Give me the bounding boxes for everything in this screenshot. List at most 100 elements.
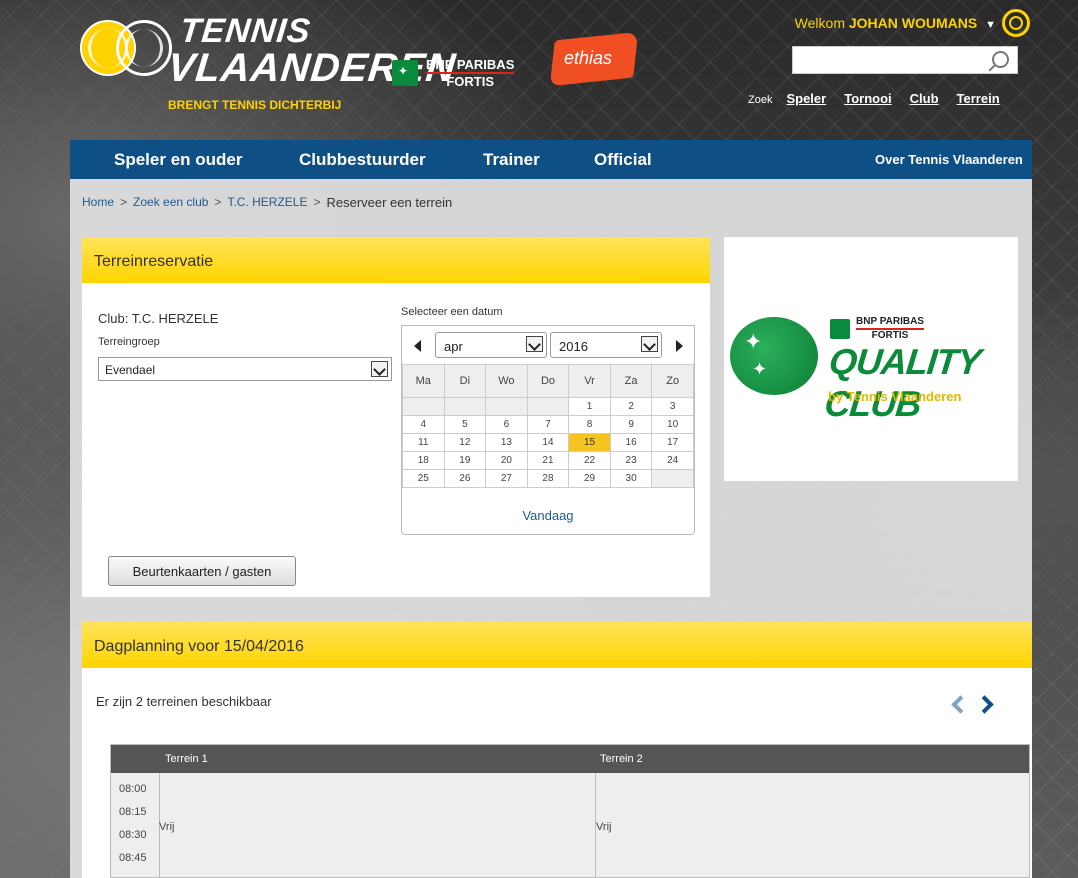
- breadcrumb-home[interactable]: Home: [82, 195, 114, 210]
- breadcrumb-zoek-een-club[interactable]: Zoek een club: [133, 195, 208, 210]
- calendar-day[interactable]: 6: [485, 415, 528, 434]
- calendar-day[interactable]: 23: [609, 451, 653, 470]
- court-header-2: Terrein 2: [600, 753, 643, 765]
- calendar-day[interactable]: 12: [443, 433, 487, 452]
- user-profile-icon[interactable]: [1002, 9, 1030, 37]
- reservation-title: Terreinreservatie: [82, 237, 710, 283]
- calendar-day[interactable]: 29: [568, 469, 611, 488]
- time-slot: 08:45: [119, 852, 147, 864]
- month-select[interactable]: apr: [435, 332, 547, 358]
- calendar-day[interactable]: 30: [609, 469, 653, 488]
- nav-official[interactable]: Official: [594, 150, 652, 170]
- calendar-empty-cell: [485, 397, 528, 416]
- court-column-2[interactable]: [595, 773, 1029, 877]
- next-month-icon[interactable]: [676, 340, 683, 352]
- calendar-empty-cell: [651, 469, 694, 488]
- brand-tagline: BRENGT TENNIS DICHTERBIJ: [168, 98, 342, 112]
- calendar-grid: Ma Di Wo Do Vr Za Zo 1 2 3 4 5 6 7 8 9 10 11 12 13 14…: [402, 364, 694, 488]
- calendar-day[interactable]: 14: [526, 433, 570, 452]
- calendar-day[interactable]: 10: [651, 415, 694, 434]
- breadcrumb: Home > Zoek een club > T.C. HERZELE > Re…: [82, 195, 452, 210]
- calendar-day[interactable]: 2: [609, 397, 653, 416]
- schedule-header: Terrein 1 Terrein 2: [111, 745, 1029, 773]
- ethias-logo-text: ethias: [564, 48, 613, 68]
- calendar-day[interactable]: 26: [443, 469, 487, 488]
- calendar-day[interactable]: 19: [443, 451, 487, 470]
- user-menu[interactable]: Welkom JOHAN WOUMANS ▼: [795, 15, 996, 31]
- date-label: Selecteer een datum: [401, 306, 503, 318]
- schedule-grid: Terrein 1 Terrein 2 08:00 08:15 08:30 08…: [110, 744, 1030, 878]
- calendar-day[interactable]: 1: [568, 397, 611, 416]
- main-nav: Speler en ouder Clubbestuurder Trainer O…: [70, 140, 1032, 179]
- previous-day-icon[interactable]: [951, 695, 970, 714]
- year-select[interactable]: 2016: [550, 332, 662, 358]
- calendar-day[interactable]: 21: [526, 451, 570, 470]
- search-scope-links: Zoek Speler Tornooi Club Terrein: [748, 91, 1000, 106]
- calendar-day[interactable]: 8: [568, 415, 611, 434]
- courts-available-text: Er zijn 2 terreinen beschikbaar: [96, 694, 272, 709]
- search-input[interactable]: [793, 47, 983, 73]
- court-header-1: Terrein 1: [165, 753, 208, 765]
- court-2-status[interactable]: Vrij: [596, 821, 611, 833]
- breadcrumb-separator: >: [214, 195, 222, 209]
- date-picker: apr 2016 Ma Di Wo Do Vr Za Zo 1 2 3 4 5 …: [401, 325, 695, 535]
- calendar-day[interactable]: 16: [609, 433, 653, 452]
- calendar-day[interactable]: 4: [402, 415, 445, 434]
- beurtenkaarten-gasten-button[interactable]: Beurtenkaarten / gasten: [108, 556, 296, 586]
- calendar-day[interactable]: 27: [485, 469, 528, 488]
- calendar-empty-cell: [402, 397, 445, 416]
- calendar-day[interactable]: 25: [402, 469, 445, 488]
- next-day-icon[interactable]: [975, 695, 994, 714]
- time-slot: 08:15: [119, 806, 147, 818]
- calendar-day[interactable]: 11: [402, 433, 445, 452]
- previous-month-icon[interactable]: [414, 340, 421, 352]
- calendar-day[interactable]: 9: [609, 415, 653, 434]
- breadcrumb-club[interactable]: T.C. HERZELE: [227, 195, 307, 210]
- weekday-header: Ma: [402, 364, 445, 398]
- tennis-ball-outline-icon: [116, 20, 172, 76]
- promo-bnp-line-1: BNP PARIBAS: [856, 316, 924, 327]
- bnp-paribas-logo[interactable]: BNP PARIBAS FORTIS: [392, 57, 515, 88]
- calendar-day[interactable]: 24: [651, 451, 694, 470]
- tennis-ball-logo-icon: [730, 317, 818, 395]
- calendar-day[interactable]: 18: [402, 451, 445, 470]
- nav-clubbestuurder[interactable]: Clubbestuurder: [299, 150, 426, 170]
- search-label: Zoek: [748, 94, 773, 106]
- calendar-day[interactable]: 7: [526, 415, 570, 434]
- time-slot: 08:30: [119, 829, 147, 841]
- day-planning-panel: Dagplanning voor 15/04/2016 Er zijn 2 te…: [82, 622, 1032, 878]
- bnp-stars-icon: [392, 60, 418, 86]
- court-1-status[interactable]: Vrij: [159, 821, 174, 833]
- search-box: [792, 46, 1018, 74]
- chevron-down-icon: [371, 361, 388, 377]
- calendar-day[interactable]: 5: [443, 415, 487, 434]
- bnp-line-1: BNP PARIBAS: [426, 57, 515, 72]
- today-link[interactable]: Vandaag: [402, 508, 694, 523]
- tennis-vlaanderen-logo[interactable]: TENNIS VLAANDEREN BRENGT TENNIS DICHTERB…: [70, 10, 458, 120]
- calendar-day-selected[interactable]: 15: [568, 433, 611, 452]
- weekday-header: Za: [609, 364, 653, 398]
- search-link-terrein[interactable]: Terrein: [957, 91, 1000, 106]
- court-column-1[interactable]: [159, 773, 595, 877]
- search-link-tornooi[interactable]: Tornooi: [844, 91, 891, 106]
- weekday-header: Di: [443, 364, 487, 398]
- calendar-day[interactable]: 17: [651, 433, 694, 452]
- search-link-speler[interactable]: Speler: [786, 91, 826, 106]
- breadcrumb-separator: >: [313, 195, 321, 209]
- day-planning-title: Dagplanning voor 15/04/2016: [82, 622, 1032, 668]
- search-icon[interactable]: [992, 51, 1009, 68]
- calendar-day[interactable]: 28: [526, 469, 570, 488]
- nav-trainer[interactable]: Trainer: [483, 150, 540, 170]
- weekday-header: Wo: [485, 364, 528, 398]
- nav-speler-en-ouder[interactable]: Speler en ouder: [114, 150, 242, 170]
- quality-club-banner[interactable]: BNP PARIBAS FORTIS QUALITY CLUB by Tenni…: [724, 237, 1018, 481]
- calendar-day[interactable]: 20: [485, 451, 528, 470]
- nav-over-tennis-vlaanderen[interactable]: Over Tennis Vlaanderen: [875, 152, 1023, 167]
- calendar-day[interactable]: 22: [568, 451, 611, 470]
- user-name: JOHAN WOUMANS: [848, 15, 978, 31]
- breadcrumb-separator: >: [120, 195, 128, 209]
- search-link-club[interactable]: Club: [910, 91, 939, 106]
- calendar-day[interactable]: 3: [651, 397, 694, 416]
- court-group-select[interactable]: Evendael: [98, 357, 392, 381]
- calendar-day[interactable]: 13: [485, 433, 528, 452]
